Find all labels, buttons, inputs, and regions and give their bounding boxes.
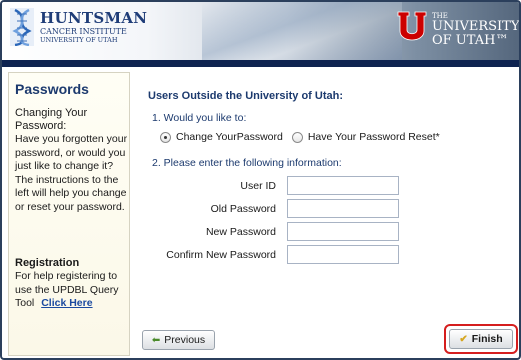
registration-text: For help registering to use the UPDBL Qu…	[15, 270, 131, 311]
help-sidebar: Passwords Changing Your Password: Have y…	[8, 72, 130, 356]
previous-button[interactable]: ⬅ Previous	[142, 330, 215, 350]
old-password-label: Old Password	[210, 203, 276, 215]
logo-line-1: HUNTSMAN	[40, 9, 148, 27]
logo-university: UNIVERSITY	[432, 19, 519, 34]
header-banner: HUNTSMAN CANCER INSTITUTE UNIVERSITY OF …	[2, 2, 519, 64]
new-password-field[interactable]	[287, 222, 399, 241]
logo-line-3: UNIVERSITY OF UTAH	[40, 36, 118, 44]
password-form: Users Outside the University of Utah: 1.…	[138, 72, 518, 356]
block-u-icon	[397, 11, 427, 41]
header-band	[2, 60, 519, 67]
university-logo-text: THE UNIVERSITY OF UTAH™	[432, 12, 519, 48]
change-password-label[interactable]: Change YourPassword	[176, 131, 283, 143]
sidebar-title: Passwords	[15, 81, 89, 97]
wizard-window: HUNTSMAN CANCER INSTITUTE UNIVERSITY OF …	[0, 0, 521, 360]
huntsman-logo-text: HUNTSMAN CANCER INSTITUTE UNIVERSITY OF …	[40, 9, 148, 45]
confirm-password-field[interactable]	[287, 245, 399, 264]
huntsman-logo: HUNTSMAN CANCER INSTITUTE UNIVERSITY OF …	[10, 8, 160, 48]
logo-of-utah: OF UTAH™	[432, 33, 509, 48]
user-id-label: User ID	[240, 180, 276, 192]
question-1: 1. Would you like to:	[152, 112, 247, 124]
option-group: Change YourPassword Have Your Password R…	[160, 131, 449, 143]
arrow-left-icon: ⬅	[151, 334, 161, 346]
click-here-link[interactable]: Click Here	[41, 297, 92, 309]
checkmark-icon: ✔	[459, 333, 468, 345]
reset-password-radio[interactable]	[291, 131, 303, 143]
dna-icon	[10, 8, 34, 46]
confirm-password-label: Confirm New Password	[166, 249, 276, 261]
finish-button[interactable]: ✔ Finish	[449, 329, 513, 349]
changing-text: Have you forgotten your password, or wou…	[15, 133, 128, 213]
reset-password-label[interactable]: Have Your Password Reset*	[308, 131, 440, 143]
header-collage-image	[202, 2, 402, 64]
changing-heading: Changing Your Password:	[15, 107, 88, 132]
change-password-radio[interactable]	[160, 131, 171, 143]
section-title: Users Outside the University of Utah:	[148, 90, 343, 102]
old-password-field[interactable]	[287, 199, 399, 218]
new-password-label: New Password	[205, 226, 276, 238]
registration-heading: Registration	[15, 257, 80, 269]
finish-button-label: Finish	[471, 333, 503, 345]
university-of-utah-logo: THE UNIVERSITY OF UTAH™	[397, 10, 519, 50]
question-2: 2. Please enter the following informatio…	[152, 157, 342, 169]
previous-button-label: Previous	[164, 334, 206, 346]
user-id-field[interactable]	[287, 176, 399, 195]
logo-line-2: CANCER INSTITUTE	[40, 27, 127, 36]
